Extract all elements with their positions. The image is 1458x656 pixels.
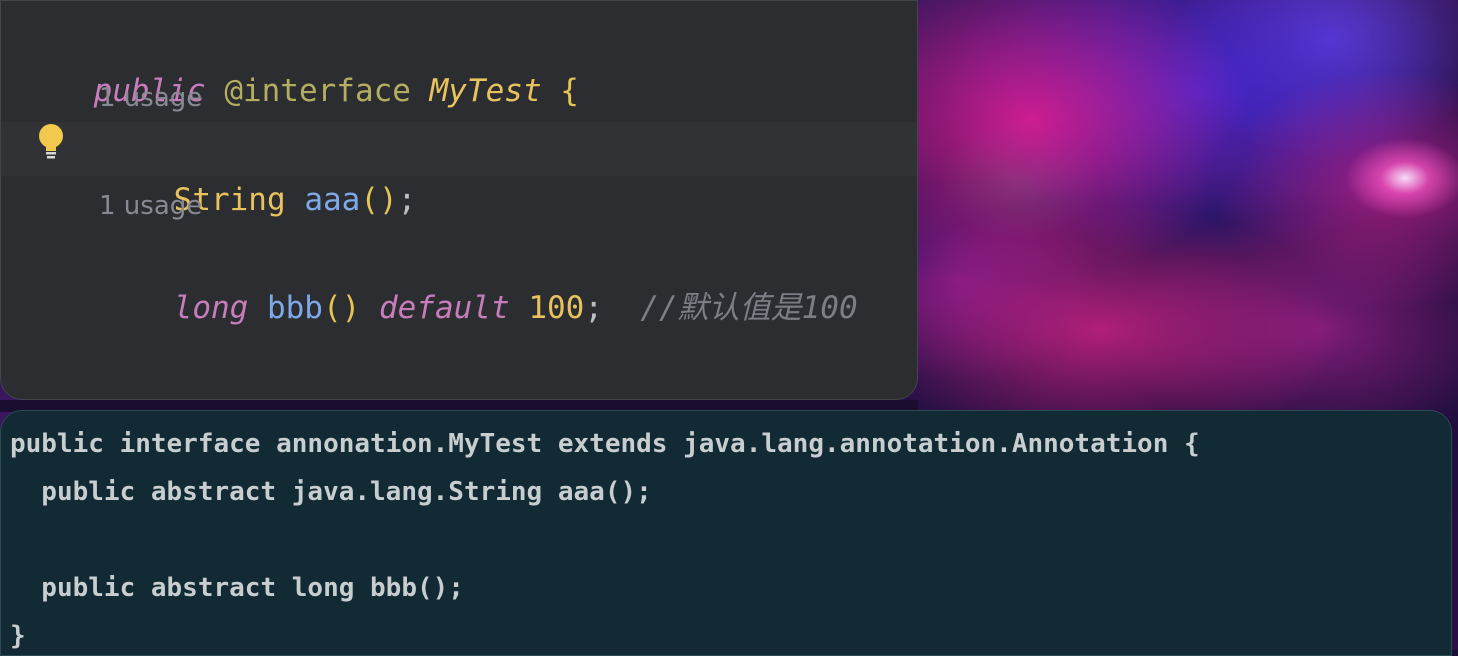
semicolon: ;: [397, 182, 417, 218]
open-brace: {: [560, 73, 579, 109]
keyword-default: default: [378, 290, 510, 326]
keyword-long: long: [173, 290, 249, 326]
method-aaa[interactable]: aaa: [304, 182, 360, 218]
parens: (): [322, 290, 361, 326]
usage-hint-aaa[interactable]: 1 usage: [99, 81, 202, 115]
decompiled-output-panel[interactable]: public interface annonation.MyTest exten…: [0, 410, 1452, 656]
code-line-4[interactable]: }: [17, 345, 110, 393]
semicolon: ;: [584, 290, 603, 326]
output-line-5: }: [10, 621, 26, 651]
close-brace: }: [92, 399, 111, 400]
default-value: 100: [528, 290, 585, 326]
output-line-1: public interface annonation.MyTest exten…: [10, 429, 1200, 459]
line-comment: //默认值是100: [640, 290, 858, 326]
output-line-4: public abstract long bbb();: [10, 573, 464, 603]
lightbulb-icon[interactable]: [37, 123, 65, 163]
usage-hint-bbb[interactable]: 1 usage: [99, 189, 202, 223]
output-line-2: public abstract java.lang.String aaa();: [10, 477, 652, 507]
code-editor-popup[interactable]: public @interface MyTest { 1 usage Strin…: [0, 0, 918, 400]
class-name[interactable]: MyTest: [430, 73, 542, 109]
annotation-keyword: @interface: [224, 73, 411, 109]
parens: (): [360, 182, 398, 218]
method-bbb[interactable]: bbb: [267, 290, 323, 326]
code-line-2[interactable]: String aaa();: [99, 128, 417, 218]
code-line-1[interactable]: public @interface MyTest {: [19, 19, 579, 109]
code-line-3[interactable]: long bbb() default 100; //默认值是100: [99, 236, 858, 326]
